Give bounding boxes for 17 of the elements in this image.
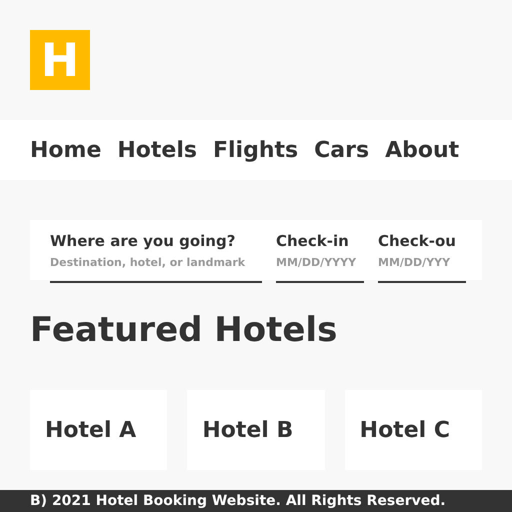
hotel-card[interactable]: Hotel C bbox=[344, 390, 482, 470]
nav-link[interactable]: Home bbox=[30, 138, 102, 162]
nav-link[interactable]: About bbox=[385, 138, 460, 162]
copyright-text: B) 2021 Hotel Booking Website. All Rights Reserved. bbox=[30, 493, 446, 509]
input-field[interactable]: MM/DD/YYY bbox=[378, 252, 466, 283]
hotel-card[interactable]: Hotel B bbox=[187, 390, 325, 470]
logo-icon: H bbox=[30, 30, 90, 90]
hotel-card[interactable]: Hotel A bbox=[30, 390, 168, 470]
nav-link[interactable]: Hotels bbox=[117, 138, 197, 162]
input-field[interactable]: MM/DD/YYYY bbox=[276, 252, 364, 283]
field-label: Check-in bbox=[276, 232, 350, 250]
section-title: Featured Hotels bbox=[30, 310, 338, 350]
nav-link[interactable]: Cars bbox=[314, 138, 370, 162]
field-label: Where are you going? bbox=[50, 232, 236, 250]
nav-link[interactable]: Flights bbox=[212, 138, 298, 162]
input-field[interactable]: Destination, hotel, or landmark bbox=[50, 252, 262, 283]
field-label: Check-ou bbox=[378, 232, 457, 250]
